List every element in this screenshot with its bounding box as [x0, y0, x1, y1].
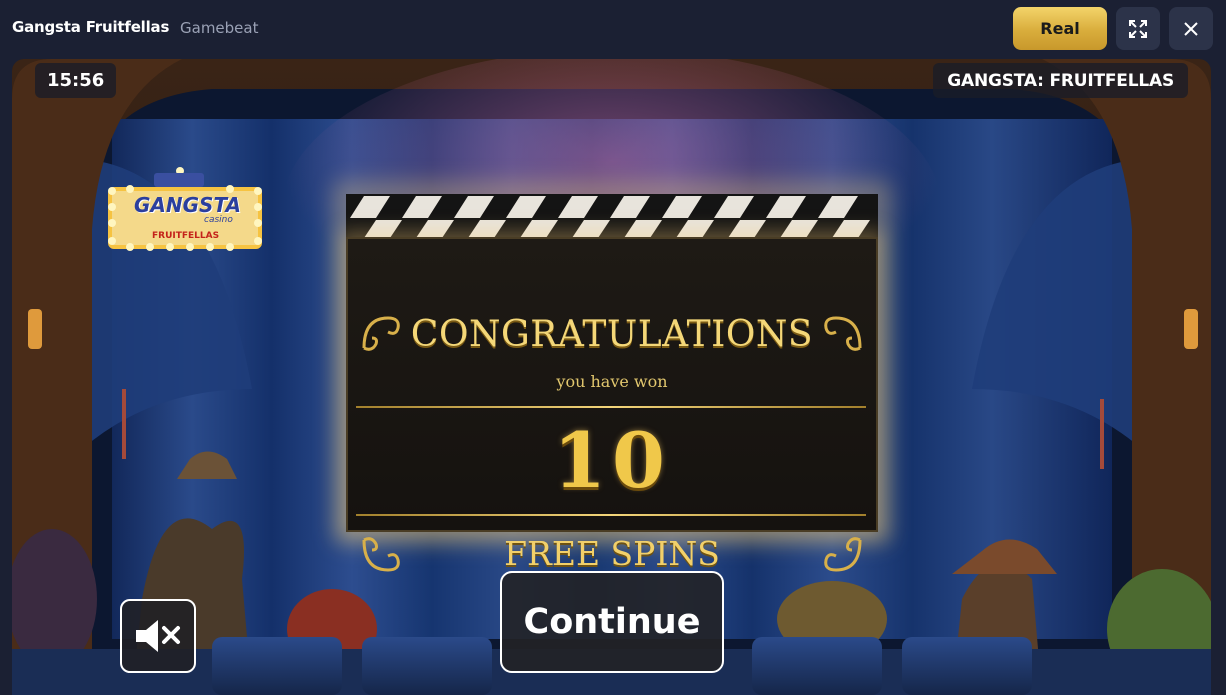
clapper-stripes	[346, 194, 878, 238]
close-icon	[1184, 21, 1198, 36]
fullscreen-button[interactable]	[1116, 7, 1160, 50]
divider-bottom	[356, 514, 866, 516]
logo-brand-text: GANGSTA	[134, 193, 242, 217]
top-bar: Gangsta Fruitfellas Gamebeat Real	[0, 0, 1226, 58]
provider-name: Gamebeat	[180, 19, 259, 37]
you-have-won-text: you have won	[556, 372, 668, 391]
clock-display: 15:56	[35, 63, 117, 98]
gangsta-logo-sign: GANGSTA casino FRUITFELLAS	[104, 167, 266, 255]
free-spins-count: 10	[553, 416, 671, 505]
logo-tagline-text: FRUITFELLAS	[152, 231, 220, 241]
game-title: Gangsta Fruitfellas	[12, 18, 170, 36]
continue-button[interactable]: Continue	[500, 571, 724, 673]
close-button[interactable]	[1169, 7, 1213, 50]
congratulations-heading: CONGRATULATIONS	[410, 314, 814, 355]
game-canvas[interactable]: 15:56 GANGSTA: FRUITFELLAS GANGSTA casin…	[12, 59, 1211, 695]
free-spins-label: FREE SPINS	[504, 534, 720, 573]
logo-sub-text: casino	[204, 215, 233, 225]
divider-top	[356, 406, 866, 408]
free-spins-dialog: CONGRATULATIONS you have won 10 FREE SPI…	[332, 180, 892, 573]
game-name-label: GANGSTA: FRUITFELLAS	[933, 63, 1188, 98]
expand-icon	[1129, 19, 1147, 38]
mute-button[interactable]	[120, 599, 196, 673]
sound-muted-icon	[136, 620, 180, 652]
real-mode-button[interactable]: Real	[1013, 7, 1107, 50]
